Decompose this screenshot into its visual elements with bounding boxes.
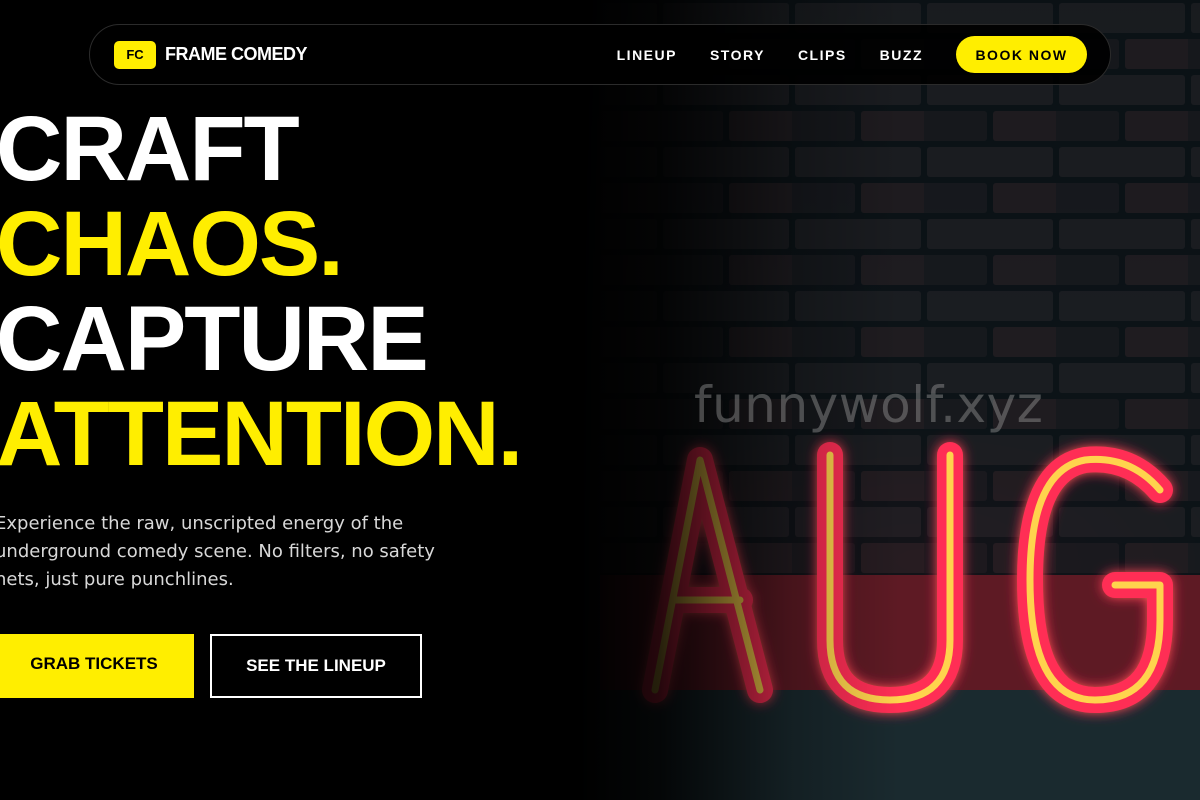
hero-headline: CRAFT CHAOS. CAPTURE ATTENTION. <box>0 98 523 485</box>
nav-link-lineup[interactable]: LINEUP <box>617 47 677 63</box>
hero-description: Experience the raw, unscripted energy of… <box>0 513 435 590</box>
headline-line-1: CRAFT <box>0 98 300 200</box>
brand-logo[interactable]: FC FRAME COMEDY <box>114 40 308 69</box>
nav-link-buzz[interactable]: BUZZ <box>880 47 923 63</box>
nav-menu: LINEUP STORY CLIPS BUZZ BOOK NOW <box>617 36 1087 73</box>
headline-line-4: ATTENTION. <box>0 383 523 485</box>
nav-link-story[interactable]: STORY <box>710 47 765 63</box>
top-nav: FC FRAME COMEDY LINEUP STORY CLIPS BUZZ … <box>89 24 1111 85</box>
headline-line-2: CHAOS. <box>0 193 344 295</box>
headline-line-3: CAPTURE <box>0 288 429 390</box>
brand-name: FRAME COMEDY <box>165 44 308 64</box>
see-lineup-button[interactable]: SEE THE LINEUP <box>210 634 422 698</box>
nav-link-clips[interactable]: CLIPS <box>798 47 847 63</box>
book-now-button[interactable]: BOOK NOW <box>956 36 1087 73</box>
watermark-text: funnywolf.xyz <box>694 376 1044 434</box>
brand-mark: FC <box>114 40 156 69</box>
grab-tickets-button[interactable]: GRAB TICKETS <box>0 634 194 698</box>
